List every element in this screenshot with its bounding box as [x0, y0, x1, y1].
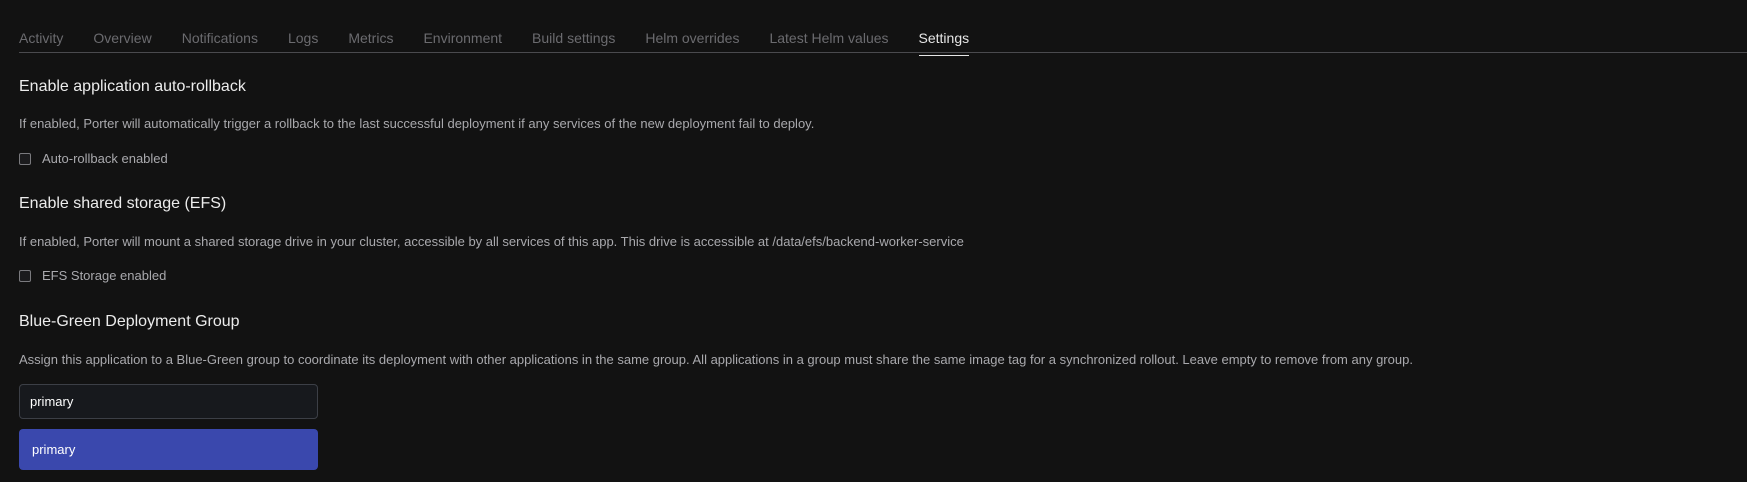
bluegreen-title: Blue-Green Deployment Group: [19, 313, 240, 330]
efs-checkbox-label: EFS Storage enabled: [42, 268, 167, 283]
autorollback-checkbox-row[interactable]: Auto-rollback enabled: [19, 150, 168, 167]
efs-description: If enabled, Porter will mount a shared s…: [19, 234, 964, 249]
tab-settings[interactable]: Settings: [918, 29, 969, 56]
bluegreen-group-input[interactable]: [19, 384, 318, 419]
tab-helm-overrides[interactable]: Helm overrides: [645, 29, 739, 51]
tab-environment[interactable]: Environment: [423, 29, 502, 51]
autorollback-checkbox-label: Auto-rollback enabled: [42, 151, 168, 166]
autorollback-title: Enable application auto-rollback: [19, 78, 246, 95]
tab-build-settings[interactable]: Build settings: [532, 29, 615, 51]
tab-metrics[interactable]: Metrics: [348, 29, 393, 51]
efs-checkbox-row[interactable]: EFS Storage enabled: [19, 267, 166, 284]
tab-logs[interactable]: Logs: [288, 29, 318, 51]
autorollback-description: If enabled, Porter will automatically tr…: [19, 116, 815, 131]
efs-checkbox[interactable]: [19, 269, 31, 282]
tab-latest-helm-values[interactable]: Latest Helm values: [769, 29, 888, 51]
tab-bar: Activity Overview Notifications Logs Met…: [19, 0, 1747, 56]
bluegreen-description: Assign this application to a Blue-Green …: [19, 352, 1413, 367]
tab-overview[interactable]: Overview: [93, 29, 151, 51]
autorollback-checkbox[interactable]: [19, 152, 31, 165]
efs-title: Enable shared storage (EFS): [19, 195, 227, 212]
tab-activity[interactable]: Activity: [19, 29, 63, 51]
bluegreen-group-option[interactable]: primary: [19, 429, 318, 470]
tab-notifications[interactable]: Notifications: [182, 29, 258, 51]
settings-page: Activity Overview Notifications Logs Met…: [0, 0, 1747, 482]
